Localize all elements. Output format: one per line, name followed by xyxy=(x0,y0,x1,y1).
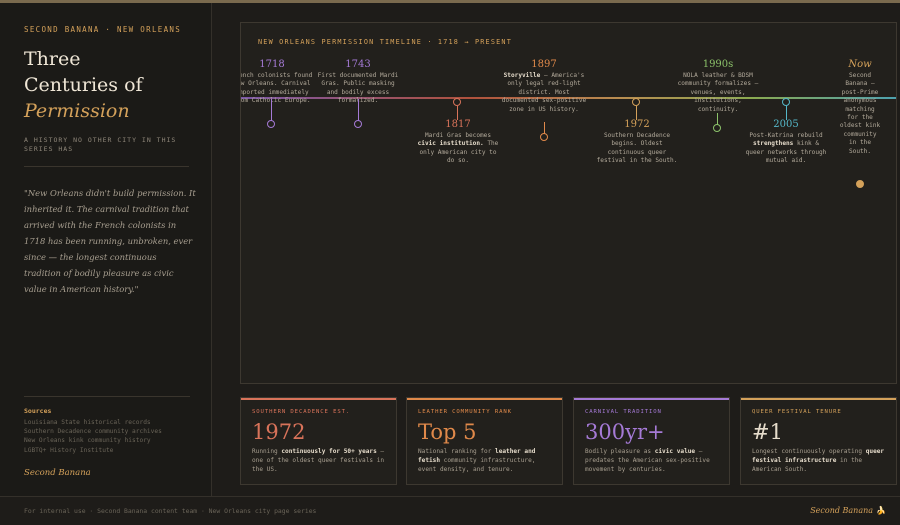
event-year: Now xyxy=(848,59,872,70)
event-stem xyxy=(636,106,637,120)
timeline-event-1990s: 1990s NOLA leather & BDSM community form… xyxy=(675,59,761,114)
timeline-event-1718: 1718 French colonists found New Orleans.… xyxy=(240,59,313,106)
source-item: Southern Decadence community archives xyxy=(24,428,162,436)
timeline-event-1897: 1897 Storyville — America's only legal r… xyxy=(499,59,589,114)
timeline-event-now: Now Second Banana — post-Prime anonymous… xyxy=(838,59,882,156)
stat-card-accent xyxy=(574,398,729,400)
event-year: 1743 xyxy=(345,59,371,70)
footer-text: For internal use · Second Banana content… xyxy=(24,507,317,515)
event-dot xyxy=(856,180,864,188)
event-description: French colonists found New Orleans. Carn… xyxy=(240,72,313,105)
stat-description: Running continuously for 50+ years — one… xyxy=(252,448,385,473)
event-year: 1972 xyxy=(624,119,650,130)
title-emphasis: Permission xyxy=(24,100,130,122)
event-description: Post-Katrina rebuild strengthens kink & … xyxy=(745,132,827,165)
event-description: Mardi Gras becomes civic institution. Th… xyxy=(417,132,499,165)
event-stem xyxy=(271,99,272,121)
event-dot xyxy=(354,120,362,128)
kicker: Second Banana · New Orleans xyxy=(24,25,182,34)
sources: Sources Louisiana State historical recor… xyxy=(24,396,190,455)
event-description: Southern Decadence begins. Oldest contin… xyxy=(596,132,678,165)
sources-heading: Sources xyxy=(24,407,52,415)
timeline-event-2005: 2005 Post-Katrina rebuild strengthens ki… xyxy=(743,119,829,166)
footer: For internal use · Second Banana content… xyxy=(0,496,900,525)
source-item: New Orleans kink community history xyxy=(24,437,151,445)
stat-label: Southern Decadence est. xyxy=(252,409,351,415)
event-year: 2005 xyxy=(773,119,799,130)
event-year: 1990s xyxy=(702,59,734,70)
stat-card-accent xyxy=(241,398,396,400)
stat-card-decadence: Southern Decadence est. 1972 Running con… xyxy=(240,397,397,485)
stat-description: Bodily pleasure as civic value — predate… xyxy=(585,448,710,473)
stat-description: Longest continuously operating queer fes… xyxy=(752,448,885,473)
event-description: NOLA leather & BDSM community formalizes… xyxy=(677,72,759,113)
stat-value: 1972 xyxy=(252,420,306,444)
event-dot xyxy=(782,98,790,106)
stat-value: #1 xyxy=(752,420,783,444)
event-stem xyxy=(457,106,458,120)
event-dot xyxy=(713,124,721,132)
event-stem xyxy=(786,106,787,120)
timeline-title: New Orleans permission timeline · 1718 →… xyxy=(258,38,513,46)
event-year: 1897 xyxy=(531,59,557,70)
stat-card-leather: Leather community rank Top 5 National ra… xyxy=(406,397,563,485)
event-description: Second Banana — post-Prime anonymous mat… xyxy=(839,72,881,155)
timeline-event-1817: 1817 Mardi Gras becomes civic institutio… xyxy=(415,119,501,166)
event-description: Storyville — America's only legal red-li… xyxy=(501,72,587,113)
stat-description: National ranking for leather and fetish … xyxy=(418,448,536,473)
banana-icon: 🍌 xyxy=(876,506,886,515)
timeline-panel: New Orleans permission timeline · 1718 →… xyxy=(240,22,897,384)
footer-brand[interactable]: Second Banana 🍌 xyxy=(810,506,886,515)
title-line-2: Centuries of xyxy=(24,74,143,96)
event-dot xyxy=(453,98,461,106)
stat-label: Carnival tradition xyxy=(585,409,662,415)
stat-value: Top 5 xyxy=(418,420,477,444)
stat-card-queer-festival: Queer festival tenure #1 Longest continu… xyxy=(740,397,897,485)
signature: Second Banana xyxy=(24,468,91,478)
stat-card-accent xyxy=(407,398,562,400)
divider xyxy=(24,166,189,167)
page-title: Three Centuries of Permission xyxy=(24,46,189,124)
source-item: Louisiana State historical records xyxy=(24,419,151,426)
event-year: 1817 xyxy=(445,119,471,130)
stat-value: 300yr+ xyxy=(585,420,665,444)
stat-card-accent xyxy=(741,398,896,400)
timeline-event-1972: 1972 Southern Decadence begins. Oldest c… xyxy=(593,119,681,166)
event-year: 1718 xyxy=(259,59,285,70)
title-line-1: Three xyxy=(24,48,81,70)
brand-name: Second Banana xyxy=(810,506,874,515)
source-item: LGBTQ+ History Institute xyxy=(24,446,114,454)
pull-quote: "New Orleans didn't build permission. It… xyxy=(24,188,196,294)
subtitle: A history no other city in this series h… xyxy=(24,136,177,153)
stat-label: Queer festival tenure xyxy=(752,409,842,415)
event-dot xyxy=(267,120,275,128)
stat-card-carnival: Carnival tradition 300yr+ Bodily pleasur… xyxy=(573,397,730,485)
event-dot xyxy=(632,98,640,106)
stat-label: Leather community rank xyxy=(418,409,512,415)
event-stem xyxy=(358,99,359,121)
event-dot xyxy=(540,133,548,141)
